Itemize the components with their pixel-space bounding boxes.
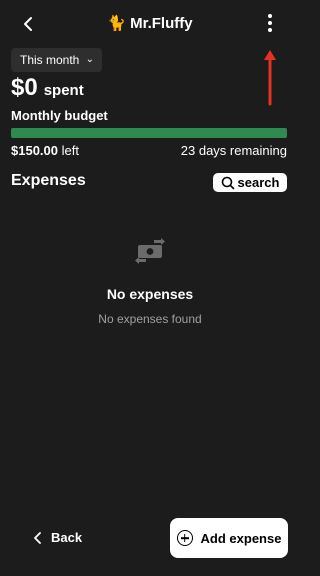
cat-icon: 🐈 (107, 14, 127, 32)
search-button[interactable]: search (213, 173, 287, 192)
more-dot (268, 28, 272, 32)
budget-label: Monthly budget (11, 108, 108, 123)
chevron-left-icon (34, 531, 41, 544)
budget-progress-fill (11, 128, 287, 138)
empty-state-title: No expenses (106, 286, 194, 302)
pet-name: Mr.Fluffy (130, 15, 193, 32)
more-dot (268, 14, 272, 18)
plus-circle-icon (176, 530, 193, 546)
back-label: Back (51, 530, 83, 545)
chevron-down-icon: ⌄ (85, 54, 94, 65)
money-transfer-icon (135, 238, 165, 264)
expenses-heading: Expenses (11, 172, 86, 189)
days-remaining: 23 days remaining (180, 143, 287, 158)
top-bar: 🐈 Mr.Fluffy (0, 0, 300, 48)
search-label: search (237, 175, 280, 190)
period-label: This month (20, 53, 80, 67)
back-button[interactable]: Back (33, 530, 82, 545)
budget-progress-bar (11, 128, 287, 138)
period-dropdown[interactable]: This month ⌄ (11, 48, 102, 72)
search-icon (221, 176, 234, 189)
more-options-button[interactable] (262, 14, 278, 36)
budget-remaining-row: $150.00 left 23 days remaining (11, 143, 287, 158)
left-suffix: left (61, 143, 79, 158)
add-expense-label: Add expense (200, 530, 282, 546)
add-expense-button[interactable]: Add expense (170, 518, 288, 558)
left-amount: $150.00 (11, 143, 58, 158)
spent-summary: $0 spent (11, 74, 84, 104)
annotation-arrow-icon (264, 50, 276, 106)
more-dot (268, 21, 272, 25)
empty-state-subtitle: No expenses found (98, 312, 202, 326)
spent-amount: $0 (11, 74, 38, 101)
page-title: 🐈 Mr.Fluffy (0, 14, 300, 32)
spent-label: spent (43, 82, 84, 99)
